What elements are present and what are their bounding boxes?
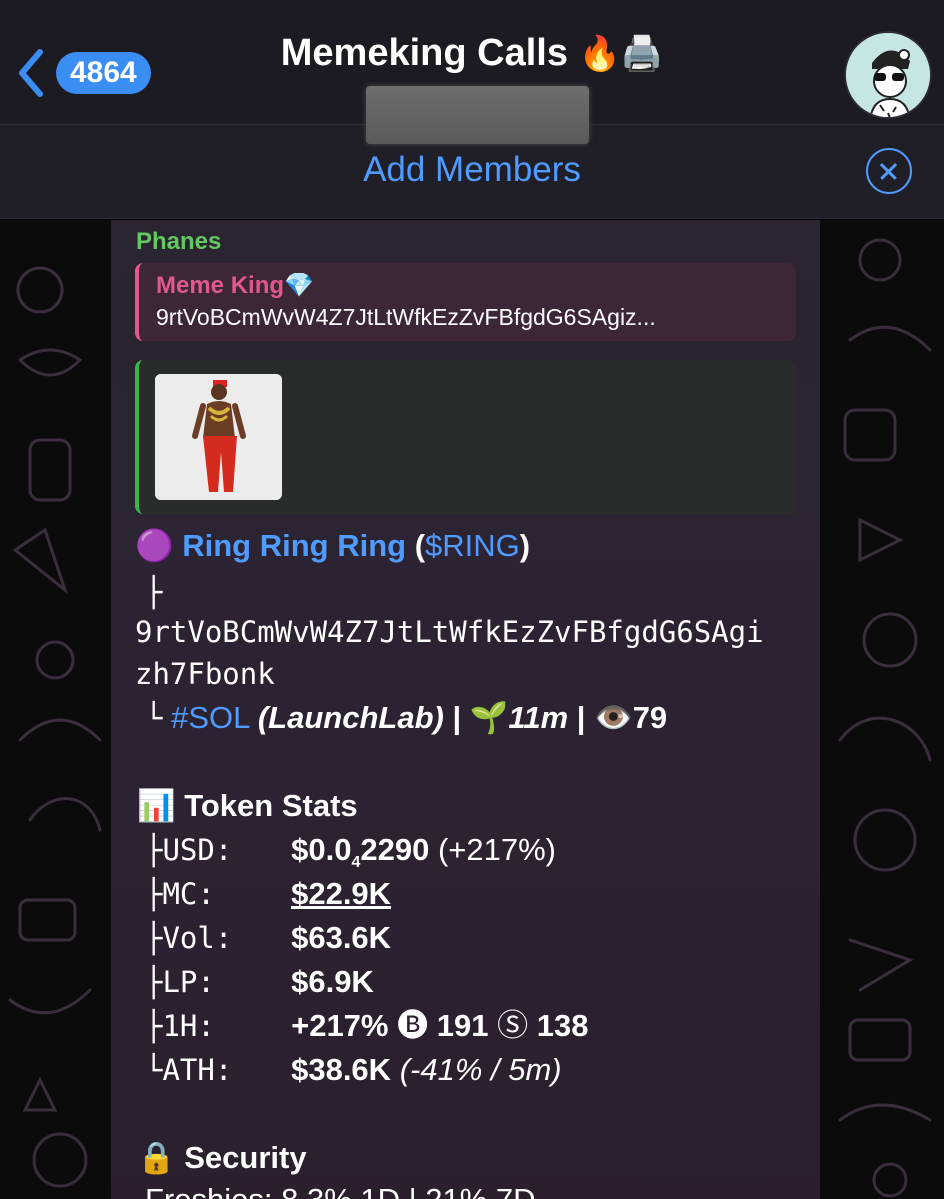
stat-extra: (-41% / 5m): [399, 1052, 562, 1087]
stat-row-mc: ├MC: $22.9K: [145, 874, 391, 914]
launch-platform: (LaunchLab): [257, 700, 444, 735]
group-avatar[interactable]: [844, 31, 932, 119]
separator: |: [452, 700, 462, 735]
title-emojis: 🔥🖨️: [578, 35, 664, 73]
stat-key: USD:: [162, 833, 233, 867]
security-label: Security: [184, 1140, 307, 1175]
tree-branch: ├: [145, 965, 163, 999]
security-heading: 🔒 Security: [137, 1138, 307, 1178]
security-freshies-row: Freshies: 8.3% 1D | 21% 7D: [145, 1180, 536, 1199]
token-stats-label: Token Stats: [184, 788, 358, 823]
stat-key: Vol:: [162, 921, 233, 955]
stat-value: $0.0: [291, 832, 352, 867]
stat-key: MC:: [162, 877, 215, 911]
token-name-link[interactable]: Ring Ring Ring: [182, 528, 406, 563]
sell-icon: Ⓢ: [497, 1008, 529, 1043]
stat-row-lp: ├LP: $6.9K: [145, 962, 374, 1002]
stat-row-vol: ├Vol: $63.6K: [145, 918, 391, 958]
bar-chart-icon: 📊: [137, 788, 176, 823]
preview-image[interactable]: [155, 374, 282, 500]
token-title-line: 🟣 Ring Ring Ring ($RING): [135, 526, 530, 566]
lock-icon: 🔒: [137, 1140, 176, 1175]
sol-hashtag-link[interactable]: #SOL: [171, 700, 249, 735]
chat-title-text: Memeking Calls: [280, 32, 568, 74]
stat-row-ath: └ATH: $38.6K (-41% / 5m): [145, 1050, 562, 1090]
paren-open: (: [414, 528, 426, 563]
stat-row-1h: ├1H: +217% 🅑 191 Ⓢ 138: [145, 1006, 588, 1046]
market-cap-link[interactable]: $22.9K: [291, 876, 391, 911]
buy-icon: 🅑: [397, 1008, 429, 1043]
stat-value: $6.9K: [291, 964, 374, 999]
view-count: 79: [632, 700, 668, 735]
token-ticker-link[interactable]: $RING: [425, 528, 520, 563]
sell-count: 138: [536, 1008, 589, 1043]
reply-quote[interactable]: Meme King💎 9rtVoBCmWvW4Z7JtLtWfkEzZvFBfg…: [135, 263, 796, 341]
tree-branch: ├: [145, 833, 163, 867]
stat-value-rest: 2290: [360, 832, 430, 867]
tree-branch: ├: [145, 921, 163, 955]
stat-value: +217%: [291, 1008, 389, 1043]
tree-branch: ├: [145, 877, 163, 911]
stat-subscript: 4: [351, 854, 361, 872]
stat-extra: (+217%): [437, 832, 556, 867]
chat-title[interactable]: Memeking Calls 🔥🖨️: [0, 32, 944, 75]
reply-author: Meme King💎: [156, 272, 314, 299]
sender-name[interactable]: Phanes: [136, 228, 221, 256]
close-icon[interactable]: [866, 148, 912, 194]
buy-count: 191: [436, 1008, 489, 1043]
chain-info-line: └ #SOL (LaunchLab) | 🌱11m | 👁️79: [145, 698, 667, 738]
stat-value: $38.6K: [291, 1052, 392, 1087]
tree-end: └: [145, 701, 163, 735]
paren-close: ): [519, 528, 531, 563]
tree-branch: ├: [145, 1009, 163, 1043]
stat-key: ATH:: [162, 1053, 233, 1087]
separator: |: [576, 700, 586, 735]
token-image: [155, 374, 282, 500]
eye-icon: 👁️: [594, 700, 633, 735]
stat-key: 1H:: [162, 1009, 215, 1043]
contract-address-line1[interactable]: 9rtVoBCmWvW4Z7JtLtWfkEzZvFBfgdG6SAgi: [135, 612, 764, 652]
avatar-illustration: [846, 33, 930, 117]
reply-text: 9rtVoBCmWvW4Z7JtLtWfkEzZvFBfgdG6SAgiz...: [156, 304, 656, 330]
token-age: 11m: [508, 700, 569, 735]
contract-address-line2[interactable]: zh7Fbonk: [135, 654, 275, 694]
redacted-subtitle: [366, 86, 589, 144]
purple-circle-icon: 🟣: [135, 528, 174, 563]
token-stats-heading: 📊 Token Stats: [137, 786, 358, 826]
tree-end: └: [145, 1053, 163, 1087]
stat-value: $63.6K: [291, 920, 392, 955]
stat-key: LP:: [162, 965, 215, 999]
tree-branch: ├: [145, 575, 163, 609]
add-members-button[interactable]: Add Members: [0, 150, 944, 190]
seedling-icon: 🌱: [469, 700, 509, 735]
